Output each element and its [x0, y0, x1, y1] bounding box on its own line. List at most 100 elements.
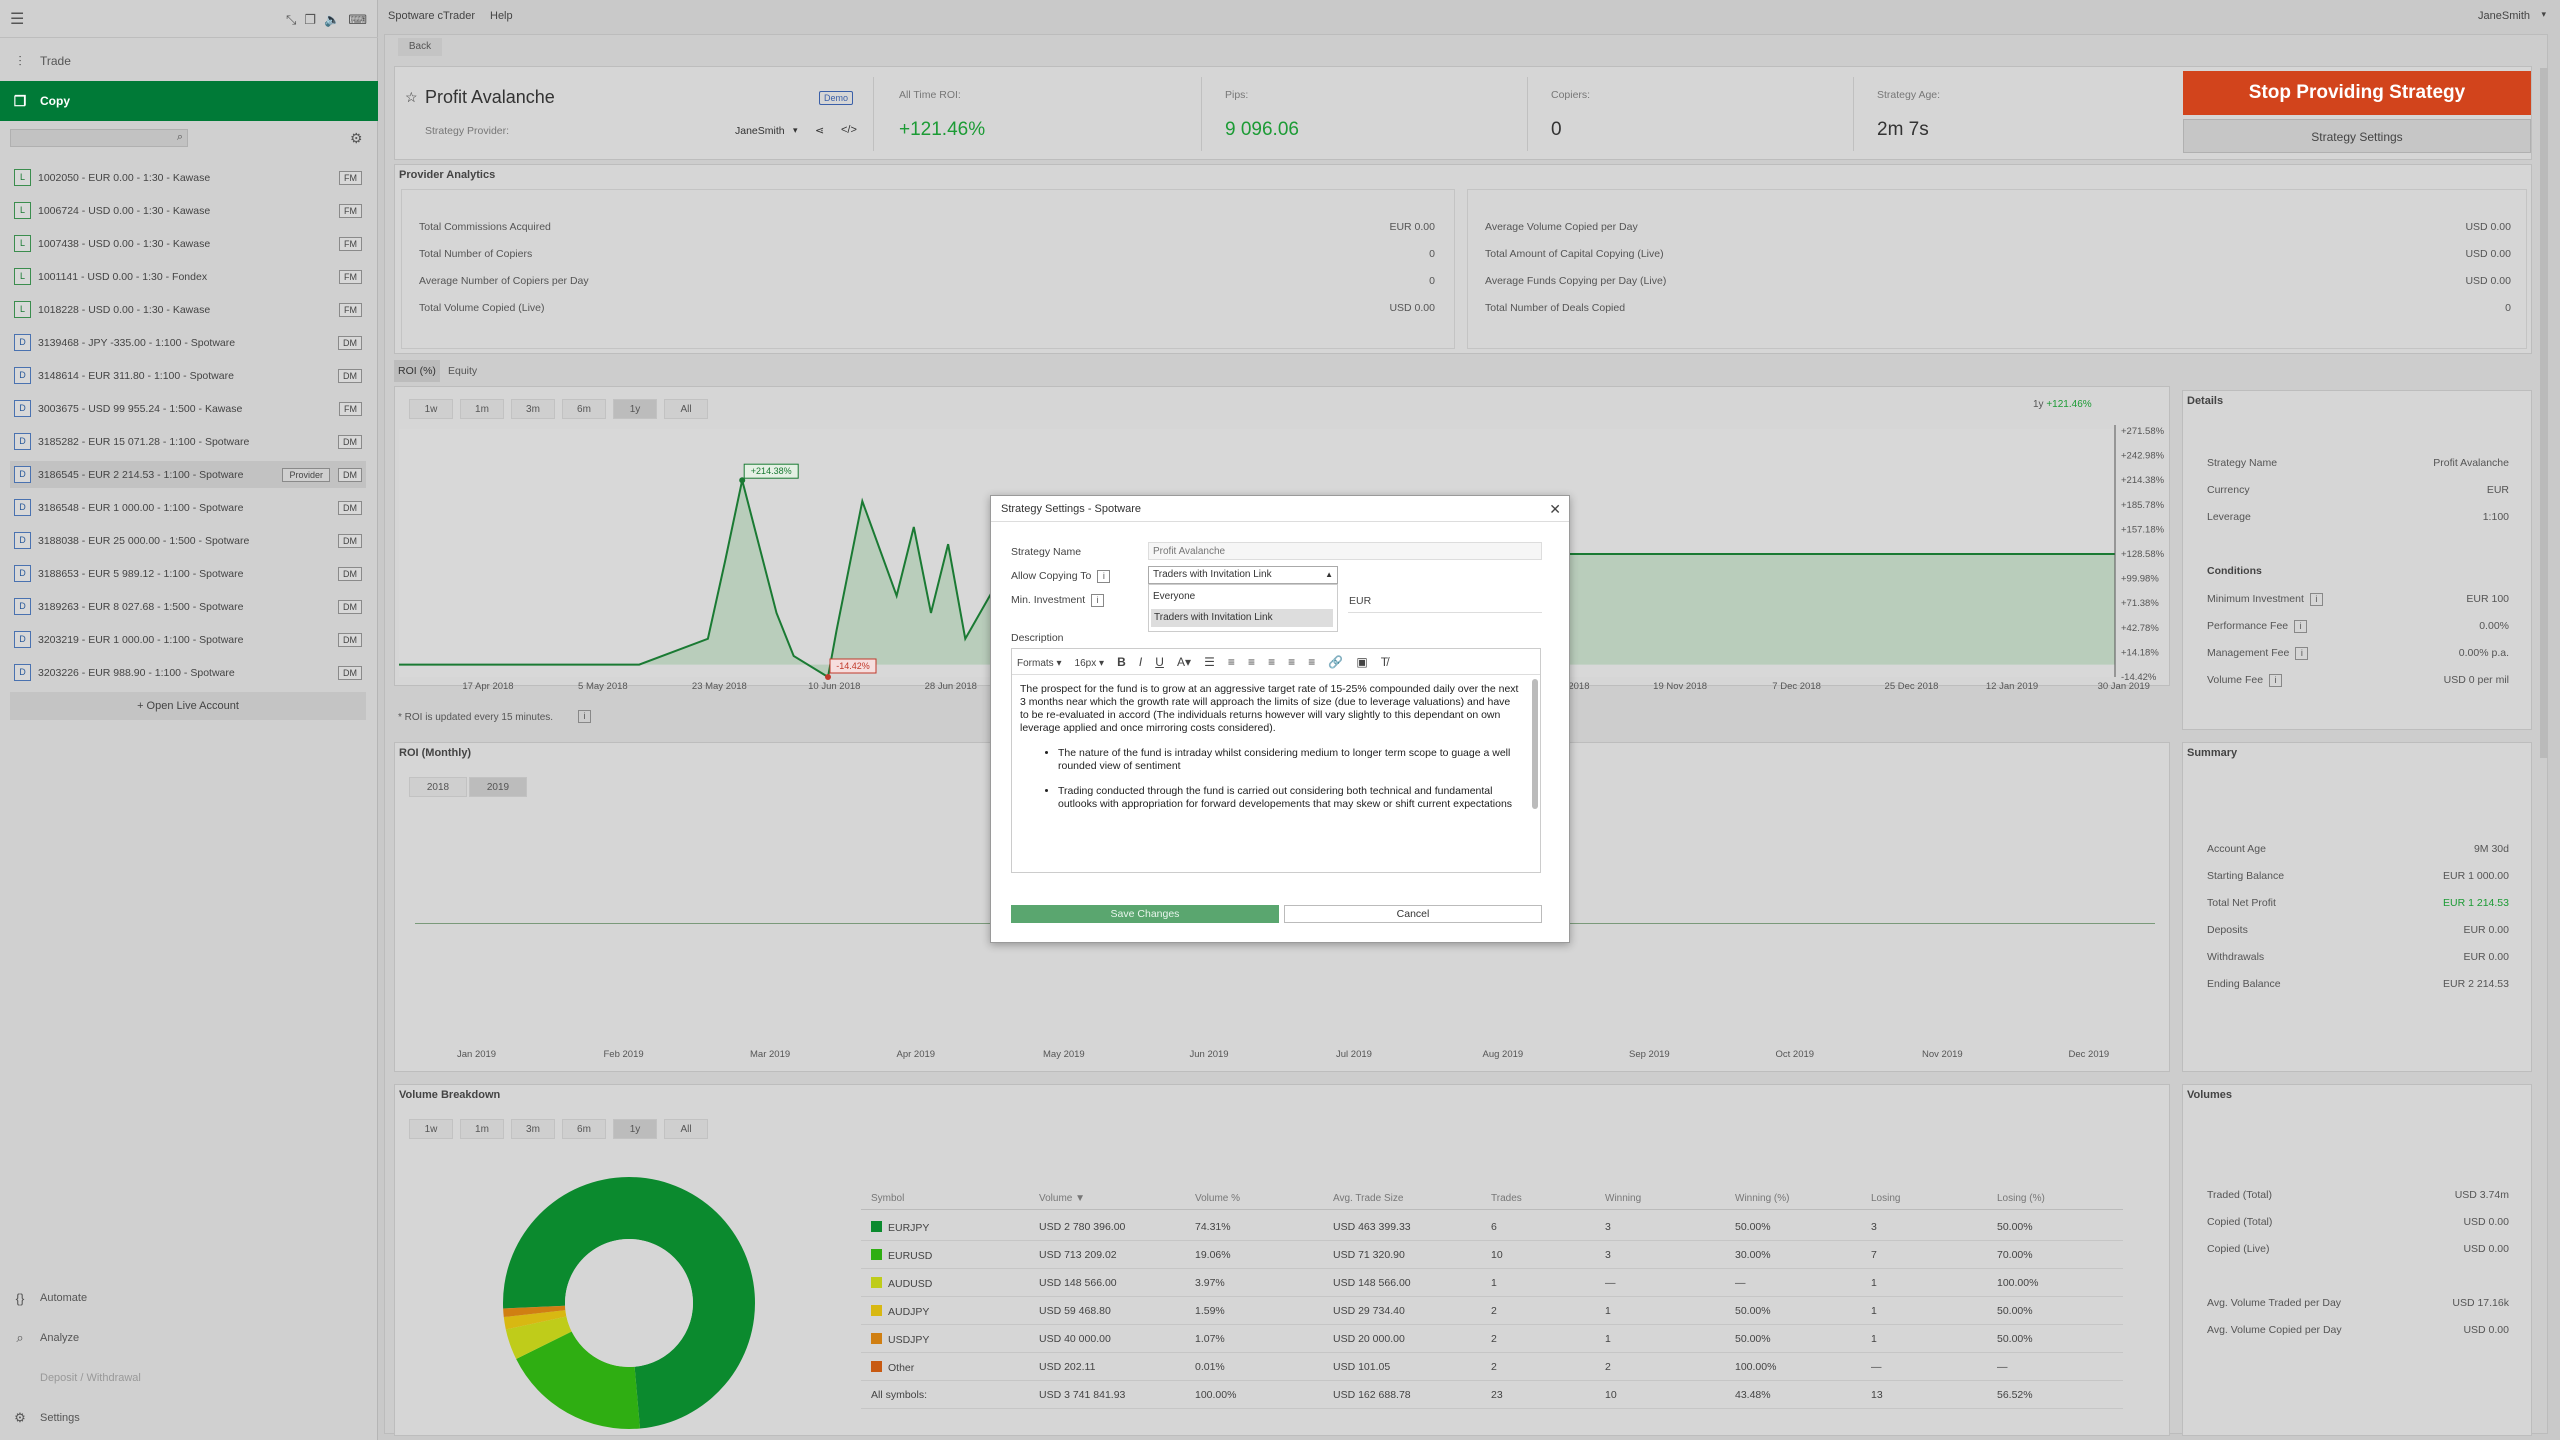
align-center-icon[interactable]: ≡ [1268, 649, 1275, 675]
bullet-list-icon[interactable]: ☰ [1204, 649, 1215, 675]
table-header[interactable]: Volume ▼ [1039, 1193, 1085, 1204]
option-everyone[interactable]: Everyone [1153, 591, 1195, 602]
account-item[interactable]: D 3203219 - EUR 1 000.00 - 1:100 - Spotwa… [10, 626, 366, 653]
app-title-menu[interactable]: Spotware cTrader [388, 10, 475, 22]
info-icon[interactable]: i [2269, 674, 2283, 687]
align-right-icon[interactable]: ≡ [1288, 649, 1295, 675]
roi-note-info-icon[interactable]: i [578, 710, 591, 723]
tab-roi[interactable]: ROI (%) [394, 360, 440, 382]
account-item[interactable]: L 1006724 - USD 0.00 - 1:30 - Kawase FM [10, 197, 366, 224]
cancel-button[interactable]: Cancel [1284, 905, 1542, 923]
stop-providing-strategy-button[interactable]: Stop Providing Strategy [2183, 71, 2531, 115]
account-type-badge: L [14, 268, 31, 285]
nav-trade[interactable]: ⫶ Trade [0, 41, 378, 81]
summary-label-row: Withdrawals EUR 0.00 [2207, 951, 2509, 963]
range-1w[interactable]: 1w [409, 1119, 453, 1139]
range-All[interactable]: All [664, 1119, 708, 1139]
table-cell: 50.00% [1735, 1333, 1771, 1345]
account-item[interactable]: D 3188038 - EUR 25 000.00 - 1:500 - Spotw… [10, 527, 366, 554]
info-icon[interactable]: i [2295, 647, 2309, 660]
range-3m[interactable]: 3m [511, 1119, 555, 1139]
year-2018[interactable]: 2018 [409, 777, 467, 797]
link-icon[interactable]: 🔗 [1328, 649, 1343, 675]
clear-format-icon[interactable]: T̸ [1381, 649, 1388, 675]
bold-icon[interactable]: B [1117, 649, 1126, 675]
nav-settings[interactable]: ⚙ Settings [0, 1400, 378, 1436]
account-item[interactable]: D 3188653 - EUR 5 989.12 - 1:100 - Spotwa… [10, 560, 366, 587]
text-color-icon[interactable]: A▾ [1177, 649, 1191, 675]
account-item[interactable]: D 3186548 - EUR 1 000.00 - 1:100 - Spotwa… [10, 494, 366, 521]
image-icon[interactable]: ▣ [1356, 649, 1367, 675]
strategy-settings-button[interactable]: Strategy Settings [2183, 119, 2531, 153]
account-item[interactable]: D 3189263 - EUR 8 027.68 - 1:500 - Spotwa… [10, 593, 366, 620]
account-item[interactable]: L 1002050 - EUR 0.00 - 1:30 - Kawase FM [10, 164, 366, 191]
keyboard-icon[interactable]: ⌨ [348, 12, 367, 28]
account-item[interactable]: L 1018228 - USD 0.00 - 1:30 - Kawase FM [10, 296, 366, 323]
range-1y[interactable]: 1y [613, 1119, 657, 1139]
summary-label: Deposits [2207, 924, 2248, 936]
window-icon[interactable]: ❐ [304, 12, 316, 28]
nav-copy[interactable]: ❐ Copy [0, 81, 378, 121]
nav-automate[interactable]: {} Automate [0, 1280, 378, 1316]
open-live-account-button[interactable]: + Open Live Account [10, 692, 366, 720]
account-item[interactable]: L 1001141 - USD 0.00 - 1:30 - Fondex FM [10, 263, 366, 290]
provider-name[interactable]: JaneSmith [735, 125, 785, 137]
table-cell: 7 [1871, 1249, 1877, 1261]
underline-icon[interactable]: U [1155, 649, 1164, 675]
year-2019[interactable]: 2019 [469, 777, 527, 797]
table-header: Trades [1491, 1193, 1522, 1204]
account-label: 3188038 - EUR 25 000.00 - 1:500 - Spotwa… [38, 534, 250, 547]
account-item[interactable]: D 3203226 - EUR 988.90 - 1:100 - Spotware… [10, 659, 366, 686]
account-label: 1002050 - EUR 0.00 - 1:30 - Kawase [38, 171, 211, 184]
account-item[interactable]: D 3185282 - EUR 15 071.28 - 1:100 - Spotw… [10, 428, 366, 455]
numbered-list-icon[interactable]: ≡ [1228, 649, 1235, 675]
embed-code-icon[interactable]: </> [841, 124, 857, 136]
volumes-value: USD 0.00 [2463, 1324, 2509, 1336]
help-menu[interactable]: Help [490, 10, 513, 22]
volume-donut-chart[interactable] [499, 1173, 759, 1433]
collapse-icon[interactable]: ⤡ [286, 12, 296, 28]
account-item[interactable]: L 1007438 - USD 0.00 - 1:30 - Kawase FM [10, 230, 366, 257]
allow-copying-info-icon[interactable]: i [1097, 570, 1111, 583]
provider-dropdown-icon[interactable]: ▾ [793, 125, 798, 136]
allow-copying-select[interactable]: Traders with Invitation Link ▲ [1148, 566, 1338, 584]
min-investment-info-icon[interactable]: i [1091, 594, 1105, 607]
details-title: Details [2187, 395, 2224, 407]
hamburger-menu-icon[interactable]: ☰ [10, 9, 24, 29]
close-icon[interactable]: ✕ [1549, 501, 1561, 518]
account-search-input[interactable]: ⌕ [10, 129, 188, 147]
sound-icon[interactable]: 🔈 [324, 12, 340, 28]
strategy-name-input[interactable] [1148, 542, 1542, 560]
italic-icon[interactable]: I [1139, 649, 1142, 675]
nav-analyze[interactable]: ⌕ Analyze [0, 1320, 378, 1356]
align-left-icon[interactable]: ≡ [1248, 649, 1255, 675]
month-tick: Aug 2019 [1482, 1049, 1524, 1060]
formats-dropdown[interactable]: Formats ▾ [1017, 651, 1061, 677]
account-item[interactable]: D 3186545 - EUR 2 214.53 - 1:100 - Spotwa… [10, 461, 366, 488]
info-icon[interactable]: i [2309, 593, 2323, 606]
account-item[interactable]: D 3139468 - JPY -335.00 - 1:100 - Spotwar… [10, 329, 366, 356]
info-icon[interactable]: i [2294, 620, 2308, 633]
save-changes-button[interactable]: Save Changes [1011, 905, 1279, 923]
account-item[interactable]: D 3148614 - EUR 311.80 - 1:100 - Spotware… [10, 362, 366, 389]
user-menu[interactable]: JaneSmith [2478, 10, 2530, 22]
gear-icon[interactable]: ⚙ [350, 130, 363, 147]
tab-equity[interactable]: Equity [444, 360, 481, 382]
account-item[interactable]: D 3003675 - USD 99 955.24 - 1:500 - Kawas… [10, 395, 366, 422]
option-invitation-link[interactable]: Traders with Invitation Link [1151, 609, 1333, 627]
font-size-dropdown[interactable]: 16px ▾ [1075, 651, 1105, 677]
page-scrollbar[interactable] [2540, 68, 2548, 758]
share-icon[interactable]: ⋖ [815, 124, 824, 137]
range-1m[interactable]: 1m [460, 1119, 504, 1139]
range-6m[interactable]: 6m [562, 1119, 606, 1139]
analytics-label-row: Average Volume Copied per Day USD 0.00 [1485, 221, 2511, 233]
table-cell: 6 [1491, 1221, 1497, 1233]
description-content[interactable]: The prospect for the fund is to grow at … [1020, 683, 1520, 811]
nav-deposit[interactable]: Deposit / Withdrawal [0, 1360, 378, 1396]
account-type-badge: D [14, 334, 31, 351]
star-icon[interactable]: ☆ [405, 89, 418, 106]
volume-breakdown-panel: Volume Breakdown 1w 1m 3m 6m 1y All Symbol Vol… [394, 1084, 2170, 1436]
back-button[interactable]: Back [398, 38, 442, 56]
editor-scrollbar[interactable] [1532, 679, 1538, 809]
justify-icon[interactable]: ≡ [1308, 649, 1315, 675]
